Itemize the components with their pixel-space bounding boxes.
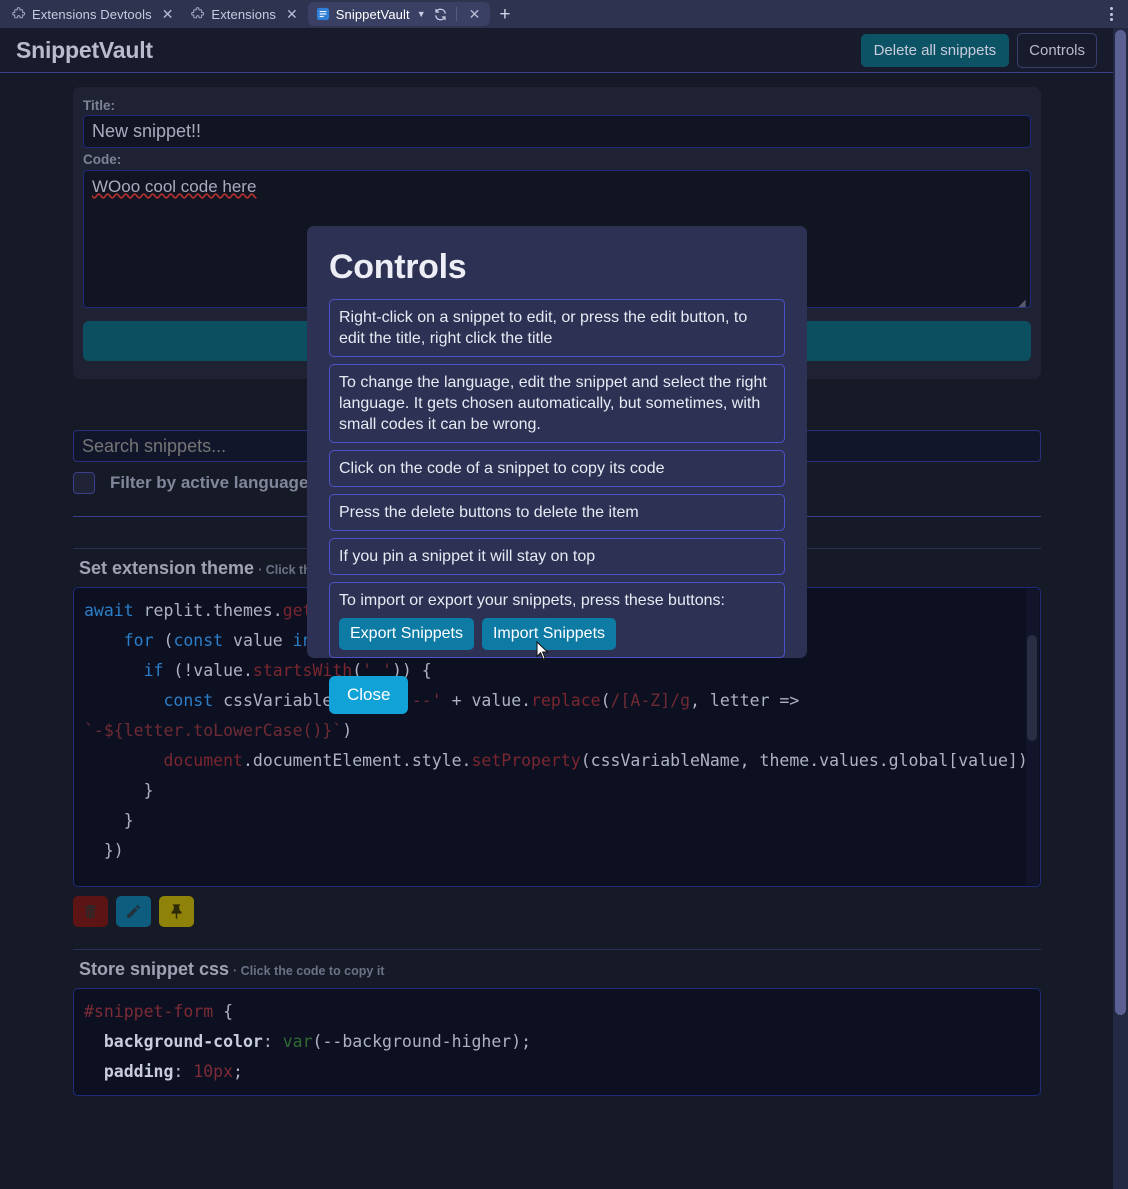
header-actions: Delete all snippets Controls	[860, 32, 1097, 68]
trash-icon	[82, 903, 99, 920]
delete-all-snippets-button[interactable]: Delete all snippets	[860, 33, 1010, 67]
close-modal-button[interactable]: Close	[329, 676, 409, 714]
close-icon[interactable]: ✕	[465, 7, 485, 21]
snippet-actions	[73, 896, 1041, 927]
browser-tab-label: SnippetVault	[335, 6, 410, 22]
code-scrollbar-track[interactable]	[1026, 589, 1039, 885]
page-scrollbar-track[interactable]	[1113, 28, 1128, 1189]
browser-tab-extensions-devtools[interactable]: Extensions Devtools ✕	[4, 2, 183, 26]
snippet-app-icon	[316, 7, 330, 21]
filter-by-active-language-label: Filter by active language	[110, 473, 309, 492]
close-icon[interactable]: ✕	[158, 7, 178, 21]
delete-snippet-button[interactable]	[73, 896, 108, 927]
new-tab-button[interactable]: +	[490, 5, 519, 24]
puzzle-icon	[191, 7, 205, 21]
control-item: Right-click on a snippet to edit, or pre…	[329, 299, 785, 357]
import-export-text: To import or export your snippets, press…	[339, 592, 725, 609]
app-header: SnippetVault Delete all snippets Control…	[0, 28, 1113, 73]
browser-tab-label: Extensions	[211, 6, 277, 22]
control-item: Press the delete buttons to delete the i…	[329, 494, 785, 531]
title-field-label: Title:	[83, 98, 116, 113]
edit-snippet-button[interactable]	[116, 896, 151, 927]
snippet-header: Store snippet css · Click the code to co…	[73, 959, 1041, 980]
pin-snippet-button[interactable]	[159, 896, 194, 927]
puzzle-icon	[12, 7, 26, 21]
browser-tab-snippetvault[interactable]: SnippetVault ▼ ✕	[307, 2, 491, 26]
control-item: Click on the code of a snippet to copy i…	[329, 450, 785, 487]
resize-handle-icon[interactable]: ◢	[1018, 299, 1028, 309]
app-page: SnippetVault Delete all snippets Control…	[0, 28, 1128, 1189]
snippet-code: #snippet-form { background-color: var(--…	[84, 1002, 532, 1081]
snippet-copy-hint: · Click the code to copy it	[233, 964, 385, 978]
kebab-menu-icon[interactable]	[1100, 0, 1122, 28]
title-input[interactable]	[83, 115, 1031, 148]
snippet-title[interactable]: Store snippet css	[79, 959, 229, 980]
browser-tab-extensions[interactable]: Extensions ✕	[183, 2, 307, 26]
export-snippets-button[interactable]: Export Snippets	[339, 618, 474, 650]
controls-modal-heading: Controls	[329, 248, 467, 286]
mouse-cursor	[536, 640, 549, 661]
pushpin-icon	[168, 903, 185, 920]
page-scrollbar-thumb[interactable]	[1115, 30, 1126, 1015]
controls-button[interactable]: Controls	[1017, 32, 1097, 68]
control-item: To change the language, edit the snippet…	[329, 364, 785, 443]
browser-tab-label: Extensions Devtools	[32, 6, 152, 22]
chevron-down-icon[interactable]: ▼	[416, 9, 427, 19]
controls-modal: Controls Right-click on a snippet to edi…	[307, 226, 807, 714]
control-item: If you pin a snippet it will stay on top	[329, 538, 785, 575]
control-item-import-export: To import or export your snippets, press…	[329, 582, 785, 658]
page-title: SnippetVault	[16, 36, 153, 63]
import-export-buttons: Export Snippets Import Snippets	[339, 618, 775, 650]
snippet-code-box[interactable]: #snippet-form { background-color: var(--…	[73, 988, 1041, 1096]
browser-tab-bar: Extensions Devtools ✕ Extensions ✕ Snipp…	[0, 0, 1128, 28]
pencil-icon	[125, 903, 142, 920]
code-field-label: Code:	[83, 152, 122, 167]
filter-by-active-language-checkbox[interactable]	[73, 472, 95, 494]
close-icon[interactable]: ✕	[282, 7, 302, 21]
snippet-card: Store snippet css · Click the code to co…	[73, 949, 1041, 1096]
snippet-title[interactable]: Set extension theme	[79, 558, 254, 579]
tab-separator	[455, 7, 457, 21]
code-scrollbar-thumb[interactable]	[1027, 635, 1037, 741]
reload-icon[interactable]	[433, 7, 448, 22]
